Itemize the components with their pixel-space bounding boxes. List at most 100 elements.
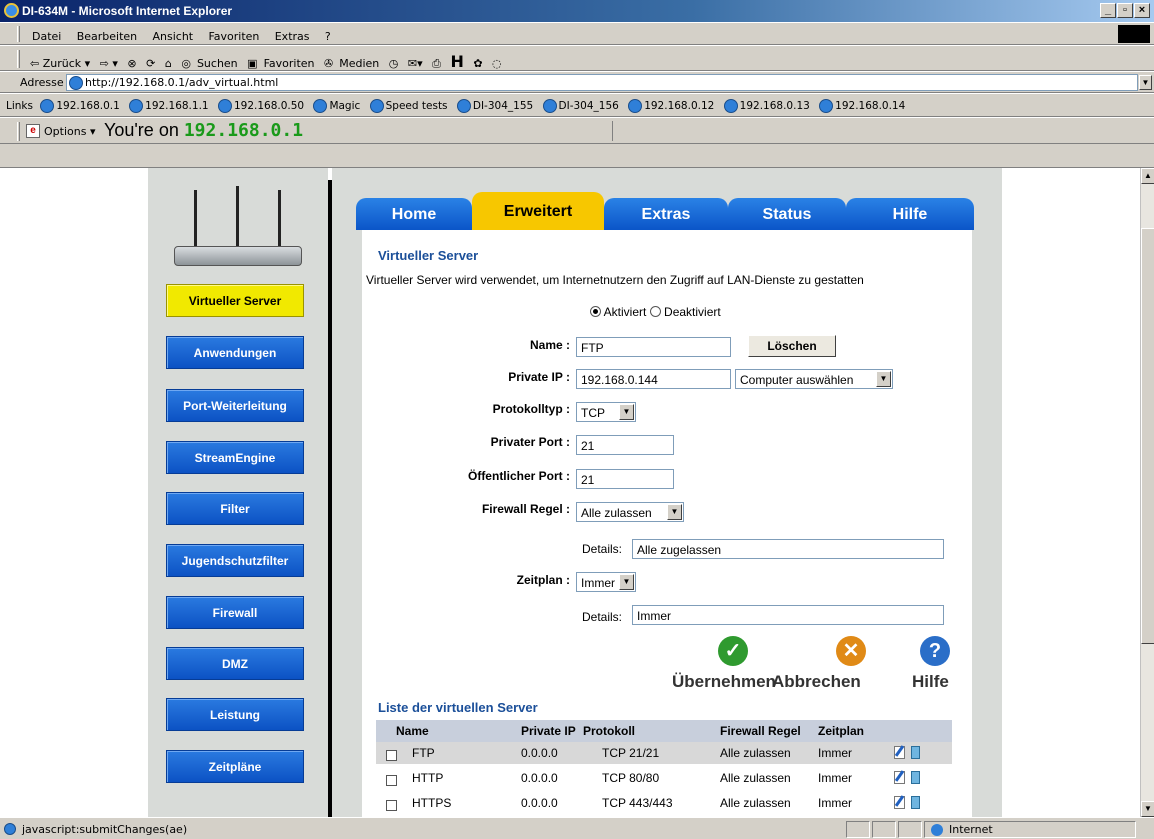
address-input[interactable]: http://192.168.0.1/adv_virtual.html <box>66 74 1138 91</box>
media-button[interactable]: Medien <box>339 57 379 70</box>
delete-button[interactable]: Löschen <box>748 335 836 357</box>
ie-link-icon <box>723 99 738 113</box>
section-description: Virtueller Server wird verwendet, um Int… <box>366 273 864 287</box>
links-label: Links <box>6 100 33 112</box>
close-button[interactable]: × <box>1134 3 1150 18</box>
location-prefix: You're on <box>104 120 184 140</box>
trash-icon[interactable] <box>911 746 920 759</box>
search-icon: ◎ <box>181 57 191 70</box>
tab-home[interactable]: Home <box>356 198 472 230</box>
name-input[interactable]: FTP <box>576 337 731 357</box>
favorites-button[interactable]: Favoriten <box>264 57 315 70</box>
public-port-input[interactable]: 21 <box>576 469 674 489</box>
link-item[interactable]: 192.168.0.12 <box>628 99 714 113</box>
link-item[interactable]: 192.168.0.1 <box>40 99 120 113</box>
radio-enabled[interactable] <box>590 306 601 317</box>
menu-extras[interactable]: Extras <box>275 30 310 43</box>
mail-icon[interactable]: ✉▾ <box>408 57 423 70</box>
refresh-icon[interactable]: ⟳ <box>146 57 155 70</box>
row-checkbox[interactable] <box>386 800 397 811</box>
menu-datei[interactable]: Datei <box>32 30 61 43</box>
link-item[interactable]: 192.168.0.13 <box>723 99 810 113</box>
nav-firewall[interactable]: Firewall <box>166 596 304 629</box>
protocol-select[interactable]: TCP ▼ <box>576 402 636 422</box>
link-label: 192.168.0.50 <box>233 100 305 112</box>
schedule-select[interactable]: Immer ▼ <box>576 572 636 592</box>
edit-icon[interactable] <box>894 771 905 784</box>
status-cell <box>898 821 922 838</box>
trash-icon[interactable] <box>911 796 920 809</box>
links-bar: Links 192.168.0.1 192.168.1.1 192.168.0.… <box>0 93 1154 117</box>
address-bar: Adresse http://192.168.0.1/adv_virtual.h… <box>0 71 1154 93</box>
nav-virtueller-server[interactable]: Virtueller Server <box>166 284 304 317</box>
nav-streamengine[interactable]: StreamEngine <box>166 441 304 474</box>
scroll-up-icon[interactable]: ▲ <box>1141 168 1154 184</box>
home-icon[interactable]: ⌂ <box>165 57 172 70</box>
menu-favoriten[interactable]: Favoriten <box>208 30 259 43</box>
row-checkbox[interactable] <box>386 750 397 761</box>
tab-hilfe[interactable]: Hilfe <box>846 198 974 230</box>
nav-anwendungen[interactable]: Anwendungen <box>166 336 304 369</box>
private-ip-input[interactable]: 192.168.0.144 <box>576 369 731 389</box>
trash-icon[interactable] <box>911 771 920 784</box>
x-icon[interactable]: ✕ <box>836 636 866 666</box>
question-icon[interactable]: ? <box>920 636 950 666</box>
apply-button[interactable]: Übernehmen <box>672 672 776 692</box>
search-button[interactable]: Suchen <box>197 57 238 70</box>
scroll-down-icon[interactable]: ▼ <box>1141 801 1154 817</box>
link-item[interactable]: DI-304_155 <box>456 99 533 113</box>
maximize-button[interactable]: ▫ <box>1117 3 1133 18</box>
nav-dmz[interactable]: DMZ <box>166 647 304 680</box>
nav-zeitplaene[interactable]: Zeitpläne <box>166 750 304 783</box>
edit-icon[interactable] <box>894 796 905 809</box>
menu-help[interactable]: ? <box>325 30 331 43</box>
link-item[interactable]: 192.168.0.14 <box>819 99 905 113</box>
options-menu[interactable]: Options ▾ <box>44 125 95 138</box>
checkmark-icon[interactable]: ✓ <box>718 636 748 666</box>
tab-extras[interactable]: Extras <box>604 198 728 230</box>
cancel-button[interactable]: Abbrechen <box>772 672 861 692</box>
link-item[interactable]: 192.168.1.1 <box>129 99 209 113</box>
menu-ansicht[interactable]: Ansicht <box>152 30 193 43</box>
link-label: 192.168.0.1 <box>56 100 120 112</box>
messenger-icon[interactable]: ◌ <box>492 57 502 70</box>
tab-status[interactable]: Status <box>728 198 846 230</box>
menu-bearbeiten[interactable]: Bearbeiten <box>77 30 137 43</box>
ie-link-icon <box>628 99 643 113</box>
link-item[interactable]: Magic <box>313 99 360 113</box>
link-item[interactable]: Speed tests <box>369 99 448 113</box>
chevron-down-icon: ▼ <box>619 404 634 420</box>
stop-icon[interactable]: ⊗ <box>127 57 136 70</box>
h-icon[interactable]: H <box>450 52 463 71</box>
link-item[interactable]: 192.168.0.50 <box>217 99 305 113</box>
nav-jugendschutzfilter[interactable]: Jugendschutzfilter <box>166 544 304 577</box>
tab-erweitert[interactable]: Erweitert <box>472 192 604 230</box>
help-button[interactable]: Hilfe <box>912 672 949 692</box>
minimize-button[interactable]: _ <box>1100 3 1116 18</box>
gear-icon[interactable]: ✿ <box>473 57 482 70</box>
row-checkbox[interactable] <box>386 775 397 786</box>
address-dropdown-icon[interactable]: ▼ <box>1139 75 1152 90</box>
print-icon[interactable]: ⎙ <box>432 57 441 70</box>
status-cell <box>846 821 870 838</box>
nav-leistung[interactable]: Leistung <box>166 698 304 731</box>
page-icon <box>69 76 83 90</box>
firewall-select[interactable]: Alle zulassen ▼ <box>576 502 684 522</box>
vertical-scrollbar[interactable]: ▲ ▼ <box>1140 168 1154 817</box>
firewall-details-input[interactable]: Alle zugelassen <box>632 539 944 559</box>
nav-filter[interactable]: Filter <box>166 492 304 525</box>
back-button[interactable]: ⇦ Zurück ▾ <box>30 57 90 70</box>
history-icon[interactable]: ◷ <box>389 57 399 70</box>
link-item[interactable]: DI-304_156 <box>542 99 619 113</box>
status-bar: javascript:submitChanges(ae) Internet <box>0 817 1154 839</box>
edit-icon[interactable] <box>894 746 905 759</box>
private-port-input[interactable]: 21 <box>576 435 674 455</box>
row-protocol: TCP 21/21 <box>602 746 660 760</box>
nav-port-weiterleitung[interactable]: Port-Weiterleitung <box>166 389 304 422</box>
forward-button[interactable]: ⇨ ▾ <box>100 57 118 70</box>
radio-disabled[interactable] <box>649 306 661 317</box>
computer-select[interactable]: Computer auswählen ▼ <box>735 369 893 389</box>
scroll-thumb[interactable] <box>1141 228 1154 644</box>
zone-label: Internet <box>949 823 993 836</box>
schedule-details-input[interactable]: Immer <box>632 605 944 625</box>
